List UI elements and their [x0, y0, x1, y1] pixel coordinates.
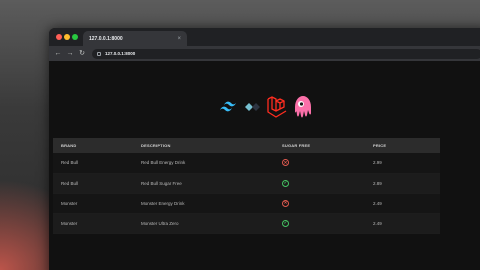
x-circle-icon: ✕: [282, 159, 289, 167]
cell-description: Red Bull Sugar Free: [133, 173, 274, 194]
tab-strip: 127.0.0.1:8000 ×: [49, 28, 480, 46]
table-header-row: BRAND DESCRIPTION SUGAR FREE PRICE: [53, 138, 440, 153]
cell-sugar-free: ✕: [274, 153, 365, 174]
close-window-button[interactable]: [56, 34, 62, 40]
cell-price: 2.89: [365, 173, 440, 194]
tab-active[interactable]: 127.0.0.1:8000 ×: [83, 31, 187, 46]
table-row[interactable]: Monster Monster Ultra Zero ✓ 2.49: [53, 213, 440, 234]
livewire-logo-icon: [292, 95, 314, 119]
browser-toolbar: ← → ↻ 127.0.0.1:8000: [49, 46, 480, 61]
column-header-brand[interactable]: BRAND: [53, 138, 133, 153]
tailwind-logo-icon: [218, 100, 240, 114]
minimize-window-button[interactable]: [64, 34, 70, 40]
drinks-table: BRAND DESCRIPTION SUGAR FREE PRICE Red B…: [53, 138, 440, 234]
cell-price: 2.99: [365, 153, 440, 174]
check-circle-icon: ✓: [282, 219, 289, 227]
address-url: 127.0.0.1:8000: [105, 51, 136, 56]
cell-price: 2.49: [365, 193, 440, 214]
column-header-description[interactable]: DESCRIPTION: [133, 138, 274, 153]
cell-sugar-free: ✕: [274, 193, 365, 214]
site-info-icon[interactable]: [97, 51, 101, 56]
table-row[interactable]: Monster Monster Energy Drink ✕ 2.49: [53, 193, 440, 214]
alpine-logo-icon: [244, 101, 262, 113]
cell-description: Monster Ultra Zero: [133, 213, 274, 234]
laravel-logo-icon: [266, 95, 288, 119]
cell-brand: Red Bull: [53, 153, 133, 174]
cell-description: Monster Energy Drink: [133, 193, 274, 214]
forward-arrow-icon[interactable]: →: [64, 50, 76, 57]
column-header-sugar-free[interactable]: SUGAR FREE: [274, 138, 365, 153]
table-row[interactable]: Red Bull Red Bull Energy Drink ✕ 2.99: [53, 153, 440, 174]
column-header-price[interactable]: PRICE: [365, 138, 440, 153]
cell-description: Red Bull Energy Drink: [133, 153, 274, 174]
table-row[interactable]: Red Bull Red Bull Sugar Free ✓ 2.89: [53, 173, 440, 194]
address-bar[interactable]: 127.0.0.1:8000: [92, 48, 480, 59]
cell-brand: Monster: [53, 213, 133, 234]
back-arrow-icon[interactable]: ←: [52, 50, 64, 57]
tab-close-icon[interactable]: ×: [177, 36, 181, 42]
cell-price: 2.49: [365, 213, 440, 234]
logo-row: [218, 92, 311, 122]
cell-brand: Monster: [53, 193, 133, 214]
cell-sugar-free: ✓: [274, 173, 365, 194]
x-circle-icon: ✕: [282, 199, 289, 207]
tab-title: 127.0.0.1:8000: [89, 35, 123, 42]
cell-sugar-free: ✓: [274, 213, 365, 234]
maximize-window-button[interactable]: [72, 34, 78, 40]
cell-brand: Red Bull: [53, 173, 133, 194]
reload-icon[interactable]: ↻: [76, 50, 88, 57]
check-circle-icon: ✓: [282, 179, 289, 187]
